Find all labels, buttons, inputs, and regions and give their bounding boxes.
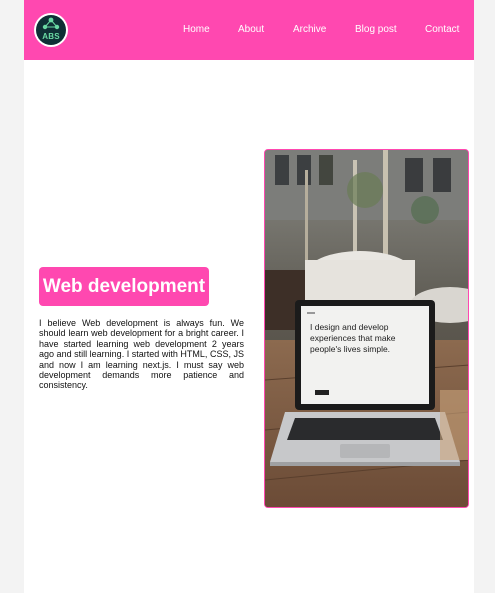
screen-text-line1: I design and develop	[310, 322, 389, 332]
nav-contact[interactable]: Contact	[425, 24, 459, 35]
screen-text: I design and develop experiences that ma…	[310, 322, 425, 355]
nav-about[interactable]: About	[238, 24, 264, 35]
nav-home[interactable]: Home	[183, 24, 210, 35]
article-title-box: Web development	[39, 267, 209, 306]
nav-links: Home About Archive Blog post Contact	[24, 24, 474, 38]
laptop-photo: I design and develop experiences that ma…	[264, 149, 469, 508]
page: ABS Home About Archive Blog post Contact…	[24, 0, 474, 593]
screen-text-line3: people's lives simple.	[310, 344, 391, 354]
article-title: Web development	[42, 275, 206, 297]
nav-archive[interactable]: Archive	[293, 24, 326, 35]
nav-blog-post[interactable]: Blog post	[355, 24, 397, 35]
screen-text-line2: experiences that make	[310, 333, 396, 343]
article-body: I believe Web development is always fun.…	[39, 318, 244, 391]
navbar: ABS Home About Archive Blog post Contact	[24, 0, 474, 60]
